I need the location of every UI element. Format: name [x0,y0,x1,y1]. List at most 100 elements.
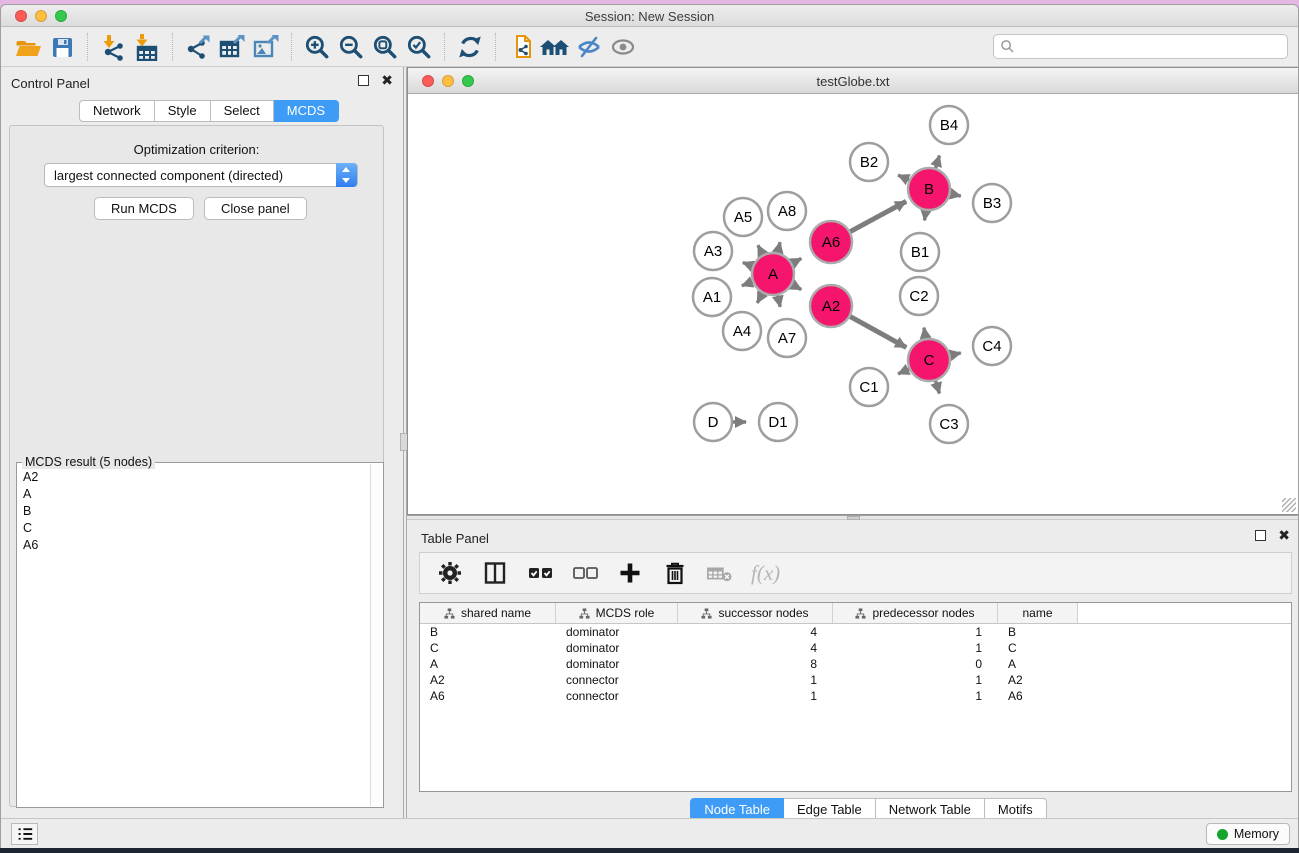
graph-edge-A-A1[interactable] [742,282,752,286]
graph-edge-A-A2[interactable] [792,285,801,290]
toolbar-separator [87,33,88,61]
result-list-item[interactable]: C [18,519,370,536]
column-header-name[interactable]: name [998,603,1078,623]
save-session-button[interactable] [45,31,79,63]
close-panel-icon[interactable]: ✖ [381,75,393,86]
window-resize-grip[interactable] [1282,498,1296,512]
column-header-MCDS-role[interactable]: MCDS role [556,603,678,623]
delete-table-button[interactable] [706,559,734,587]
open-session-button[interactable] [11,31,45,63]
cell-predecessor_nodes: 0 [833,656,998,672]
graph-edge-A6-B[interactable] [850,201,906,231]
table-panel: Table Panel ✖ [407,520,1299,822]
delete-column-button[interactable] [661,559,689,587]
search-input[interactable] [993,34,1288,59]
table-settings-button[interactable] [436,559,464,587]
run-mcds-button[interactable]: Run MCDS [94,197,194,220]
hierarchy-icon [855,608,866,619]
hide-panels-button[interactable] [572,31,606,63]
fx-icon: f(x) [751,561,780,586]
export-network-icon [184,33,212,61]
import-network-button[interactable] [96,31,130,63]
function-builder-button[interactable]: f(x) [751,559,780,587]
graph-edge-A-A6[interactable] [792,258,801,263]
tab-style[interactable]: Style [155,100,211,122]
graph-edge-A-A3[interactable] [743,262,753,266]
graph-edge-C-C3[interactable] [936,381,940,393]
result-list-item[interactable]: A6 [18,536,370,553]
graph-node-label: C2 [909,288,928,305]
graph-edge-A-A8[interactable] [778,242,780,252]
result-list-item[interactable]: A2 [18,468,370,485]
close-panel-icon[interactable]: ✖ [1278,530,1290,541]
table-row[interactable]: A6connector11A6 [420,688,1291,704]
graph-edge-A2-C[interactable] [850,317,906,348]
close-panel-button[interactable]: Close panel [204,197,307,220]
show-column-button[interactable] [481,559,509,587]
graph-node-label: D1 [768,414,787,431]
table-row[interactable]: Bdominator41B [420,624,1291,640]
graph-node-label: B1 [911,244,929,261]
graph-edge-B-B2[interactable] [898,175,909,180]
cell-shared_name: C [420,640,556,656]
graph-node-label: B3 [983,195,1001,212]
hierarchy-icon [444,608,455,619]
float-panel-icon[interactable] [1255,530,1266,541]
float-panel-icon[interactable] [358,75,369,86]
table-row[interactable]: Cdominator41C [420,640,1291,656]
create-column-button[interactable] [616,559,644,587]
clone-network-button[interactable] [504,31,538,63]
graph-edge-A-A5[interactable] [758,245,763,254]
mcds-result-group: MCDS result (5 nodes) A2ABCA6 [16,462,384,808]
graph-edge-B-B4[interactable] [936,156,940,168]
graph-edge-B-B1[interactable] [925,211,926,221]
import-table-button[interactable] [130,31,164,63]
table-row[interactable]: A2connector11A2 [420,672,1291,688]
export-image-button[interactable] [249,31,283,63]
criterion-dropdown[interactable]: largest connected component (directed) [44,163,358,187]
graph-edge-A-A7[interactable] [778,295,780,306]
select-all-button[interactable] [526,559,554,587]
export-network-button[interactable] [181,31,215,63]
column-header-successor-nodes[interactable]: successor nodes [678,603,833,623]
zoom-fit-button[interactable] [368,31,402,63]
graph-edge-A-A4[interactable] [757,293,762,303]
tab-mcds[interactable]: MCDS [274,100,339,122]
graph-edge-C-C1[interactable] [898,369,909,374]
graph-edge-C-C2[interactable] [924,328,926,339]
table-row[interactable]: Adominator80A [420,656,1291,672]
tab-network[interactable]: Network [79,100,155,122]
show-all-panels-button[interactable] [538,31,572,63]
column-header-shared-name[interactable]: shared name [420,603,556,623]
column-header-predecessor-nodes[interactable]: predecessor nodes [833,603,998,623]
cell-name: A2 [998,672,1078,688]
graph-node-label: D [708,414,719,431]
table-panel-title: Table Panel [421,531,489,546]
right-area: testGlobe.txt AA1A2A3A4A5A6A7A8BB1B2B3B4… [407,67,1299,822]
graph-node-label: C [924,352,935,369]
task-history-button[interactable] [11,823,38,845]
graph-node-label: A5 [734,209,752,226]
result-scrollbar[interactable] [370,464,382,806]
apply-layout-button[interactable] [453,31,487,63]
zoom-out-button[interactable] [334,31,368,63]
criterion-dropdown-value: largest connected component (directed) [54,168,283,183]
open-folder-icon [14,34,42,60]
graph-edge-B-B3[interactable] [950,194,960,196]
export-table-button[interactable] [215,31,249,63]
network-canvas[interactable]: AA1A2A3A4A5A6A7A8BB1B2B3B4CC1C2C3C4DD1 [408,94,1298,514]
zoom-selected-icon [405,33,433,61]
eye-icon [608,34,638,60]
zoom-fit-icon [371,33,399,61]
deselect-all-button[interactable] [571,559,599,587]
zoom-selected-button[interactable] [402,31,436,63]
main-toolbar [1,27,1298,67]
memory-button[interactable]: Memory [1206,823,1290,845]
result-list-item[interactable]: A [18,485,370,502]
search-icon [1000,39,1015,54]
result-list-item[interactable]: B [18,502,370,519]
zoom-in-button[interactable] [300,31,334,63]
graph-edge-C-C4[interactable] [950,353,960,355]
tab-select[interactable]: Select [211,100,274,122]
show-graphics-details-button[interactable] [606,31,640,63]
